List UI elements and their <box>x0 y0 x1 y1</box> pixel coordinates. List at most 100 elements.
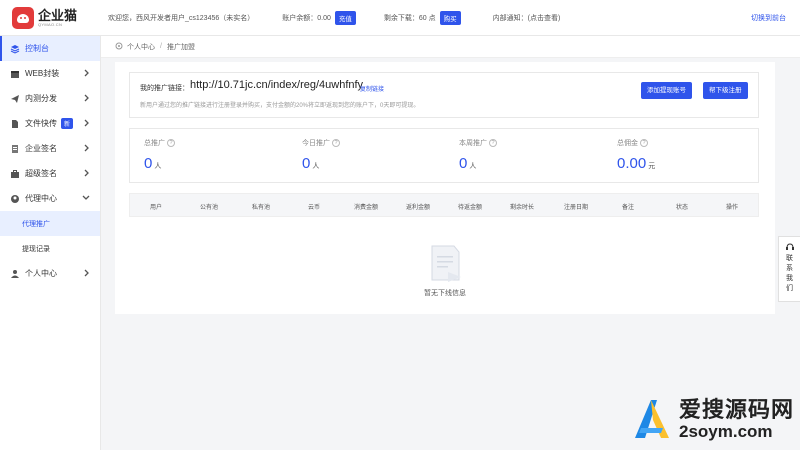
sidebar-item-withdraw-records[interactable]: 提现记录 <box>0 236 100 261</box>
column-header: 消费金额 <box>354 205 379 211</box>
watermark: 爱搜源码网 2soym.com <box>627 394 794 444</box>
buy-button[interactable]: 购买 <box>439 10 461 25</box>
switch-frontend-link[interactable]: 切换到前台 <box>751 13 786 23</box>
sidebar-item-file-transfer[interactable]: 文件快传 新 <box>0 111 100 136</box>
watermark-en: 2soym.com <box>678 421 773 441</box>
promo-link-url: http://10.71jc.cn/index/reg/4uwhfnfy <box>190 79 364 91</box>
headset-icon <box>785 242 795 252</box>
promo-link-label: 我的推广链接： <box>140 85 189 92</box>
add-withdraw-account-button[interactable]: 添加提现账号 <box>641 82 692 99</box>
sidebar-item-agent-promotion[interactable]: 代理推广 <box>0 211 100 236</box>
brand-logo[interactable]: 企业猫 QYMAO.CN <box>0 6 100 29</box>
register-subordinate-button[interactable]: 帮下级注册 <box>703 82 748 99</box>
account-balance: 账户余额：0.00 充值 <box>282 10 356 25</box>
sidebar: 控制台 WEB封装 内测分发 文件快传 新 企业签名 超级签名 代理中心 代理推… <box>0 36 101 450</box>
stat-unit: 元 <box>648 163 656 170</box>
file-icon <box>10 119 20 129</box>
stat-unit: 人 <box>312 163 320 170</box>
sidebar-item-super-sign[interactable]: 超级签名 <box>0 161 100 186</box>
stat-total-commission: 总佣金? 0.00 元 <box>617 138 655 172</box>
main-content: 我的推广链接： http://10.71jc.cn/index/reg/4uwh… <box>115 62 775 314</box>
column-header: 状态 <box>676 205 689 211</box>
recharge-button[interactable]: 充值 <box>334 10 356 25</box>
sidebar-item-agent-center[interactable]: 代理中心 <box>0 186 100 211</box>
briefcase-icon <box>10 169 20 179</box>
column-header: 操作 <box>726 205 739 211</box>
chevron-right-icon <box>84 169 90 179</box>
internal-notice-link[interactable]: 内部通知：(点击查看) <box>493 13 561 23</box>
contact-text-char: 我 <box>786 275 793 282</box>
help-icon[interactable]: ? <box>167 139 175 147</box>
cat-logo-icon <box>12 6 34 29</box>
stat-unit: 人 <box>154 163 162 170</box>
stat-total-promotion: 总推广? 0人 <box>144 138 175 172</box>
layers-icon <box>10 44 20 54</box>
column-header: 备注 <box>622 205 635 211</box>
breadcrumb-separator: / <box>160 43 162 50</box>
column-header: 用户 <box>150 205 163 211</box>
send-icon <box>10 94 20 104</box>
sidebar-item-label: 超级签名 <box>25 169 57 178</box>
new-badge: 新 <box>61 118 74 129</box>
contact-text-char: 系 <box>786 265 793 272</box>
promo-description: 新用户通过您的推广链接进行注册登录并购买，支付金额的20%将立即返现到您的账户下… <box>140 103 420 109</box>
remaining-downloads: 剩余下载：60 点 购买 <box>383 10 461 25</box>
downloads-label: 剩余下载：60 点 <box>383 14 436 22</box>
box-icon <box>10 69 20 79</box>
empty-message: 暂无下线信息 <box>424 290 466 297</box>
sidebar-item-label: 企业签名 <box>25 144 57 153</box>
help-icon[interactable]: ? <box>489 139 497 147</box>
column-header: 云币 <box>308 205 321 211</box>
sidebar-item-beta-distribution[interactable]: 内测分发 <box>0 86 100 111</box>
sidebar-item-label: 控制台 <box>25 44 49 53</box>
stats-card: 总推广? 0人 今日推广? 0人 本周推广? 0人 总佣金? 0.00 元 <box>129 128 759 183</box>
agent-icon <box>10 194 20 204</box>
sidebar-item-personal-center[interactable]: 个人中心 <box>0 261 100 286</box>
sidebar-item-dashboard[interactable]: 控制台 <box>0 36 100 61</box>
sidebar-item-web-wrap[interactable]: WEB封装 <box>0 61 100 86</box>
stat-value: 0.00 <box>617 155 647 172</box>
breadcrumb: 个人中心 / 推广加盟 <box>101 36 800 58</box>
promo-link-card: 我的推广链接： http://10.71jc.cn/index/reg/4uwh… <box>129 72 759 118</box>
logo-name: 企业猫 <box>38 7 78 23</box>
stat-label: 总推广 <box>144 140 165 147</box>
sidebar-item-enterprise-sign[interactable]: 企业签名 <box>0 136 100 161</box>
watermark-cn: 爱搜源码网 <box>678 396 794 422</box>
sidebar-item-label: 内测分发 <box>25 94 57 103</box>
watermark-logo-icon <box>627 394 677 444</box>
help-icon[interactable]: ? <box>640 139 648 147</box>
chevron-right-icon <box>84 69 90 79</box>
contact-us-float[interactable]: 联 系 我 们 <box>778 236 800 302</box>
stat-label: 总佣金 <box>617 140 638 147</box>
contact-text-char: 联 <box>786 255 793 262</box>
copy-link-button[interactable]: 复制链接 <box>360 84 384 93</box>
balance-label: 账户余额：0.00 <box>282 14 331 22</box>
chevron-right-icon <box>84 94 90 104</box>
chevron-right-icon <box>84 144 90 154</box>
chevron-down-icon <box>82 194 90 203</box>
logo-domain: QYMAO.CN <box>38 21 63 27</box>
stat-value: 0 <box>144 155 153 172</box>
help-icon[interactable]: ? <box>332 139 340 147</box>
column-header: 私有池 <box>252 205 271 211</box>
stat-unit: 人 <box>469 163 477 170</box>
breadcrumb-home[interactable]: 个人中心 <box>127 42 155 52</box>
column-header: 待返金额 <box>458 205 483 211</box>
location-icon <box>115 42 123 52</box>
user-icon <box>10 269 20 279</box>
contact-text-char: 们 <box>786 285 793 292</box>
sidebar-item-label: 个人中心 <box>25 269 57 278</box>
top-header: 企业猫 QYMAO.CN 欢迎您，西风开发者用户_cs123456（未实名） 账… <box>0 0 800 36</box>
stat-today-promotion: 今日推广? 0人 <box>302 138 340 172</box>
breadcrumb-current: 推广加盟 <box>166 43 195 51</box>
chevron-right-icon <box>84 269 90 279</box>
column-header: 剩余时长 <box>510 205 535 211</box>
welcome-text: 欢迎您，西风开发者用户_cs123456（未实名） <box>108 14 255 22</box>
stat-label: 今日推广 <box>302 140 330 147</box>
sidebar-item-label: WEB封装 <box>25 69 60 78</box>
stat-label: 本周推广 <box>459 140 487 147</box>
document-icon <box>10 144 20 154</box>
stat-week-promotion: 本周推广? 0人 <box>459 138 497 172</box>
sidebar-item-label: 文件快传 <box>25 119 57 128</box>
empty-document-icon <box>428 242 462 284</box>
